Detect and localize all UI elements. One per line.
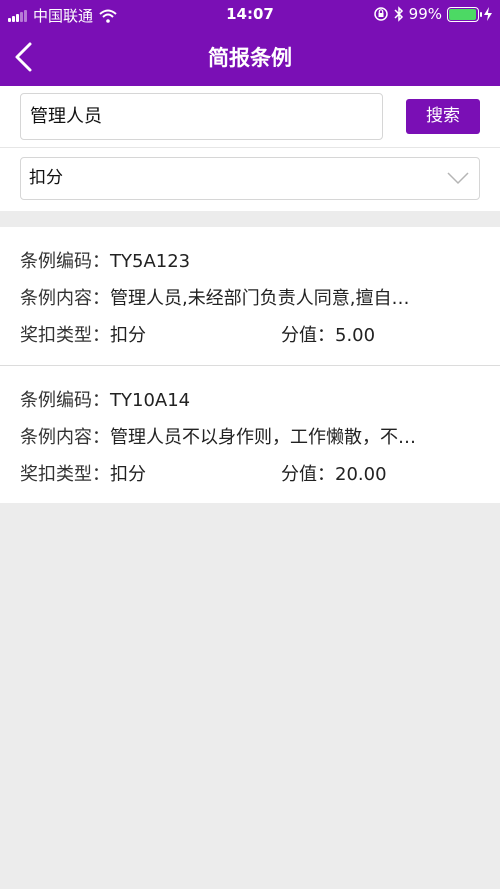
rule-type-label: 奖扣类型： — [20, 325, 110, 346]
rule-score-label: 分值： — [281, 464, 335, 485]
rule-score-label: 分值： — [281, 325, 335, 346]
divider — [0, 147, 500, 148]
rule-score-row: 分值：20.00 — [281, 460, 387, 486]
rule-code-row: 条例编码：TY10A14 — [20, 386, 190, 412]
orientation-lock-icon — [373, 7, 388, 21]
rule-code-label: 条例编码： — [20, 251, 110, 272]
rule-score-row: 分值：5.00 — [281, 321, 375, 347]
rule-type: 扣分 — [110, 325, 146, 346]
nav-bar: 简报条例 — [0, 28, 500, 86]
rule-content-row: 条例内容：管理人员,未经部门负责人同意,擅自… — [20, 284, 465, 310]
rule-type-label: 奖扣类型： — [20, 464, 110, 485]
rule-code-row: 条例编码：TY5A123 — [20, 247, 190, 273]
page-title: 简报条例 — [208, 46, 292, 70]
rule-content-row: 条例内容：管理人员不以身作则，工作懒散，不… — [20, 423, 465, 449]
bluetooth-icon — [394, 6, 403, 22]
rule-type: 扣分 — [110, 464, 146, 485]
status-bar: 中国联通 14:07 99% — [0, 0, 500, 28]
rule-type-row: 奖扣类型：扣分 — [20, 460, 146, 486]
rule-content-label: 条例内容： — [20, 288, 110, 309]
search-panel: 管理人员 搜索 扣分 — [0, 86, 500, 211]
battery-percent: 99% — [408, 5, 442, 23]
rule-content: 管理人员不以身作则，工作懒散，不… — [110, 427, 416, 448]
type-select[interactable]: 扣分 — [20, 157, 480, 200]
list-item[interactable]: 条例编码：TY5A123 条例内容：管理人员,未经部门负责人同意,擅自… 奖扣类… — [0, 227, 500, 365]
rule-code-label: 条例编码： — [20, 390, 110, 411]
list-item[interactable]: 条例编码：TY10A14 条例内容：管理人员不以身作则，工作懒散，不… 奖扣类型… — [0, 365, 500, 503]
search-button[interactable]: 搜索 — [406, 99, 480, 134]
chevron-down-icon — [447, 172, 469, 185]
rule-content: 管理人员,未经部门负责人同意,擅自… — [110, 288, 410, 309]
rule-code: TY5A123 — [110, 251, 191, 272]
status-right: 99% — [373, 5, 492, 23]
rule-code: TY10A14 — [110, 390, 191, 411]
app-header: 中国联通 14:07 99% 简报条例 — [0, 0, 500, 86]
search-input[interactable]: 管理人员 — [20, 93, 383, 140]
rule-score: 5.00 — [335, 325, 376, 346]
rule-score: 20.00 — [335, 464, 387, 485]
type-select-value: 扣分 — [29, 168, 63, 188]
rule-content-label: 条例内容： — [20, 427, 110, 448]
charging-icon — [484, 7, 492, 21]
battery-icon — [447, 6, 482, 22]
rule-list: 条例编码：TY5A123 条例内容：管理人员,未经部门负责人同意,擅自… 奖扣类… — [0, 227, 500, 503]
rule-type-row: 奖扣类型：扣分 — [20, 321, 146, 347]
